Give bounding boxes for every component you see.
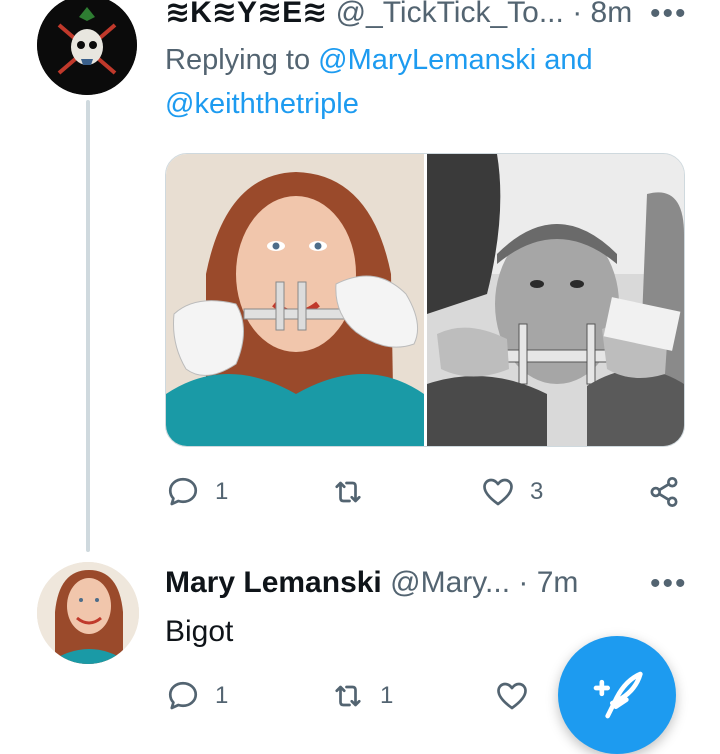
- replying-prefix: Replying to: [165, 44, 311, 76]
- tweet-text: Bigot: [165, 615, 234, 648]
- woman-calipers-photo: [166, 154, 424, 446]
- media-image-left[interactable]: [166, 154, 424, 446]
- replying-to-line: Replying to @MaryLemanski and: [165, 40, 593, 80]
- like-button[interactable]: 3: [480, 474, 543, 510]
- display-name[interactable]: ≋K≋Y≋E≋: [165, 0, 327, 29]
- replying-to-line-2: @keiththetriple: [165, 84, 359, 124]
- mention-link[interactable]: @MaryLemanski: [318, 44, 536, 76]
- replying-and: and: [544, 44, 593, 76]
- more-dots-icon[interactable]: •••: [650, 569, 688, 599]
- retweet-button[interactable]: 1: [330, 678, 393, 714]
- reply-button[interactable]: 1: [165, 474, 228, 510]
- like-count: 3: [530, 478, 544, 505]
- retweet-count: 1: [380, 682, 394, 709]
- clan-mackenzie-logo: [37, 0, 137, 95]
- thread-connector-line: [86, 100, 90, 552]
- reply-button[interactable]: 1: [165, 678, 228, 714]
- separator: ·: [572, 0, 583, 29]
- retweet-button[interactable]: [330, 474, 380, 510]
- compose-tweet-button[interactable]: [558, 636, 676, 754]
- separator: ·: [518, 566, 529, 599]
- timestamp[interactable]: 8m: [591, 0, 633, 29]
- reply-icon: [168, 477, 198, 506]
- more-dots-icon[interactable]: •••: [650, 0, 688, 29]
- historical-calipers-photo: [427, 154, 684, 446]
- tweet-header-2: Mary Lemanski @Mary... · 7m: [165, 566, 578, 600]
- tweet-header: ≋K≋Y≋E≋ @_TickTick_To... · 8m: [165, 0, 632, 30]
- handle[interactable]: @Mary...: [390, 566, 510, 599]
- avatar[interactable]: [37, 562, 139, 664]
- mention-link-2[interactable]: @keiththetriple: [165, 88, 359, 120]
- display-name[interactable]: Mary Lemanski: [165, 566, 382, 599]
- avatar[interactable]: [37, 0, 137, 95]
- handle[interactable]: @_TickTick_To...: [336, 0, 564, 29]
- reply-count: 1: [215, 478, 229, 505]
- heart-icon: [497, 682, 527, 710]
- tweet-media[interactable]: [165, 153, 685, 447]
- retweet-icon: [335, 685, 361, 707]
- like-button[interactable]: [494, 678, 530, 714]
- compose-feather-icon: [593, 671, 643, 719]
- heart-icon: [483, 478, 513, 506]
- reply-icon: [168, 681, 198, 710]
- timestamp[interactable]: 7m: [537, 566, 579, 599]
- share-button[interactable]: [646, 474, 682, 510]
- retweet-icon: [335, 481, 361, 503]
- media-image-right[interactable]: [427, 154, 684, 446]
- share-icon: [650, 477, 678, 507]
- mary-lemanski-photo: [37, 562, 139, 664]
- reply-count: 1: [215, 682, 229, 709]
